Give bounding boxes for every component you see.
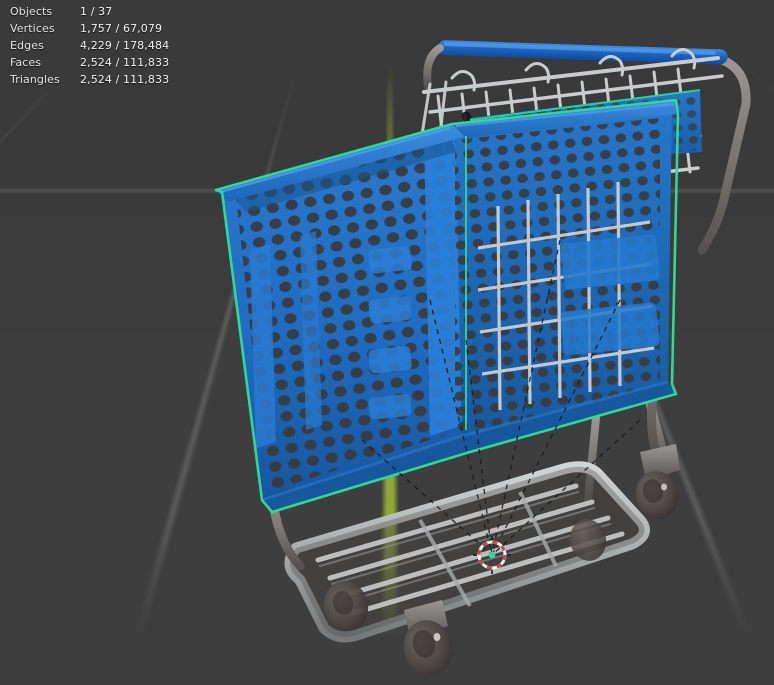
3d-viewport[interactable]: Objects 1 / 37 Vertices 1,757 / 67,079 E…	[0, 0, 774, 685]
viewport-statistics-overlay: Objects 1 / 37 Vertices 1,757 / 67,079 E…	[10, 4, 169, 87]
stat-value-vertices: 1,757 / 67,079	[80, 22, 163, 35]
blender-viewport-window: Objects 1 / 37 Vertices 1,757 / 67,079 E…	[0, 0, 774, 685]
stat-label-vertices: Vertices	[10, 22, 55, 35]
stat-label-triangles: Triangles	[10, 73, 60, 86]
stat-value-faces: 2,524 / 111,833	[80, 56, 170, 69]
stat-value-edges: 4,229 / 178,484	[80, 39, 170, 52]
stat-label-edges: Edges	[10, 39, 44, 52]
stat-value-objects: 1 / 37	[80, 5, 113, 18]
stat-label-faces: Faces	[10, 56, 42, 69]
stat-value-triangles: 2,524 / 111,833	[80, 73, 170, 86]
stat-label-objects: Objects	[10, 5, 53, 18]
